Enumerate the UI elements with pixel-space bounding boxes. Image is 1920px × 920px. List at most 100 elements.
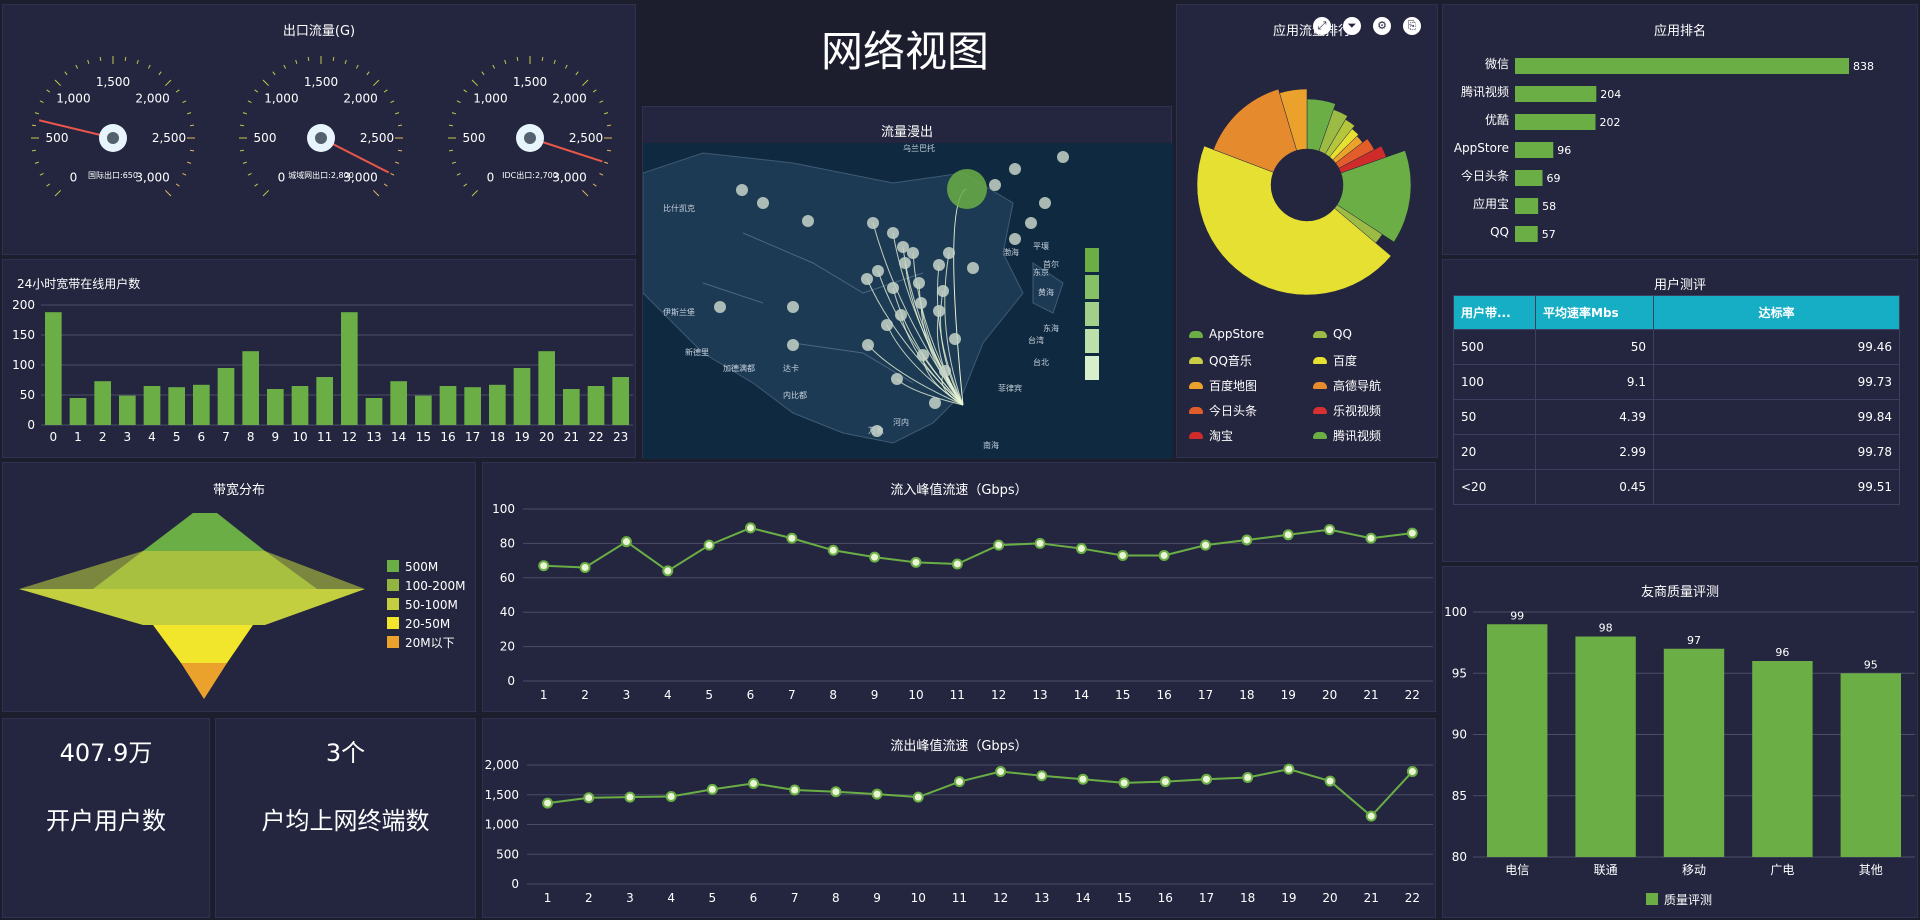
gauge-tick	[553, 59, 556, 64]
gauge-tick-label: 3,000	[135, 171, 169, 185]
app-flow-panel: 应用流量排行 ⤢ ⏷ ⚙ ⎘ AppStore QQ QQ音乐 百度 百度地图 高德导航今…	[1176, 4, 1438, 458]
data-point	[748, 777, 759, 789]
y-tick-label: 100	[12, 358, 35, 372]
pie-legend-item[interactable]: AppStore	[1189, 327, 1264, 341]
map-point	[929, 397, 941, 409]
y-tick-label: 95	[1452, 666, 1467, 680]
gauge-tick-label: 2,500	[360, 131, 394, 145]
x-tick-label: 19	[1281, 688, 1296, 702]
online-users-chart[interactable]: 0501001502000 1 2 3 4 5 6 7 8 9 10 11 12 13 14 15 16 17 18…	[3, 260, 637, 459]
gauge-tick	[451, 161, 456, 164]
gauge-panel: 出口流量(G) 0 500 1,000 1,500 2,000 2,500 3,000 国际出…	[2, 4, 636, 255]
pie-legend-item[interactable]: 百度地图	[1189, 377, 1257, 394]
gauge-tick	[451, 112, 456, 115]
data-point	[1324, 775, 1336, 787]
cell: <20	[1453, 469, 1536, 505]
map-point	[736, 184, 748, 196]
gauge-tick-label: 2,000	[135, 91, 169, 105]
gauge-tick	[242, 112, 247, 115]
gauge-tick	[564, 64, 568, 69]
gauge-tick	[247, 100, 252, 104]
gauge-tick	[272, 71, 276, 76]
pie-legend-item[interactable]: 腾讯视频	[1313, 427, 1381, 444]
x-tick-label: 4	[664, 688, 672, 702]
data-point	[830, 786, 842, 798]
pie-legend-item[interactable]: 今日头条	[1189, 402, 1257, 419]
col-header-bandwidth[interactable]: 用户带...	[1453, 295, 1536, 330]
gauge-value-label: 城域网出口:2,800	[288, 170, 354, 180]
inbound-chart[interactable]: 0204060801001 2 3 4 5 6 7 8 9 10 11 12 13 14 15 16 17 18 1…	[483, 463, 1437, 713]
data-point	[910, 556, 922, 568]
pie-legend-item[interactable]: 百度	[1313, 352, 1357, 369]
gauge-tick	[599, 100, 604, 104]
bandwidth-funnel[interactable]: 500M 100-200M 50-100M 20-50M 20M以下	[3, 463, 477, 713]
y-tick-label: 90	[1452, 728, 1467, 742]
vendor-chart[interactable]: 80 85 90 95 100 99 电信 98 联通 97 移动 96 广电 95 其他质量评测	[1443, 567, 1919, 919]
vendor-bar	[1575, 636, 1636, 857]
col-header-rate[interactable]: 达标率	[1653, 295, 1900, 330]
gauge-tick-label: 500	[254, 131, 277, 145]
legend-label: 百度	[1333, 354, 1358, 368]
pie-legend-item[interactable]: 淘宝	[1189, 427, 1233, 444]
gauge-tick	[64, 71, 68, 76]
rank-value-label: 96	[1557, 144, 1571, 157]
gauge-tick	[592, 183, 597, 187]
vendor-bar	[1663, 648, 1725, 857]
map-place-label: 东海	[1043, 323, 1059, 333]
map-place-label: 台湾	[1028, 335, 1044, 345]
x-tick-label: 5	[173, 430, 181, 444]
x-tick-label: 15	[1116, 891, 1131, 905]
gauge-tick	[147, 64, 151, 69]
gauge-tick	[541, 56, 544, 62]
x-tick-label: 18	[1240, 891, 1255, 905]
gauge-tick	[31, 124, 37, 127]
pie-legend-item[interactable]: 高德导航	[1313, 377, 1381, 394]
gauge-tick-label: 1,000	[56, 91, 90, 105]
x-tick-label: 17	[465, 430, 480, 444]
gauge-tick	[332, 56, 335, 62]
flow-map[interactable]: 乌兰巴托比什凯克伊斯兰堡新德里加德满都达卡内比都河内万象南海东京首尔平壤渤海黄海…	[643, 143, 1173, 459]
data-point	[912, 791, 924, 803]
data-point	[1159, 776, 1171, 788]
map-point	[887, 282, 899, 294]
map-place-label: 新德里	[685, 347, 709, 357]
data-point	[624, 791, 636, 803]
user-bar	[612, 377, 629, 425]
pie-legend-item[interactable]: 乐视视频	[1313, 402, 1381, 419]
stat-terminals-label: 户均上网终端数	[261, 807, 430, 835]
x-tick-label: 15	[416, 430, 431, 444]
y-tick-label: 2,000	[485, 758, 519, 772]
cell: 50	[1535, 329, 1654, 365]
data-point	[786, 532, 798, 544]
gauge-tick-label: 0	[70, 171, 78, 185]
legend-label: QQ	[1333, 327, 1352, 341]
user-bar	[193, 384, 210, 425]
pie-legend-item[interactable]: QQ音乐	[1189, 352, 1252, 369]
map-point	[933, 259, 945, 271]
gauge-tick-label: 500	[463, 131, 486, 145]
data-point	[789, 784, 801, 796]
user-bar	[439, 386, 457, 425]
map-place-label: 渤海	[1003, 247, 1019, 257]
x-tick-label: 14	[1074, 688, 1089, 702]
outbound-chart[interactable]: 05001,0001,5002,0001 2 3 4 5 6 7 8 9 10 11 12 13 14 15…	[483, 719, 1437, 919]
table-row: 100 9.1 99.73	[1453, 364, 1900, 400]
col-header-speed[interactable]: 平均速率Mbs	[1535, 295, 1654, 330]
gauge-tick	[516, 56, 519, 62]
vendor-bar	[1487, 624, 1548, 857]
data-point	[1365, 810, 1377, 822]
pie-legend-item[interactable]: QQ	[1313, 327, 1352, 341]
x-tick-label: 10	[908, 688, 923, 702]
app-rank-chart[interactable]: 微信 838 腾讯视频 204 优酷 202 AppStore 96 今日头条 69 应用宝 58 QQ…	[1443, 5, 1919, 256]
x-tick-label: 16	[1158, 891, 1173, 905]
x-tick-label: 11	[317, 430, 332, 444]
y-tick-label: 0	[511, 877, 519, 891]
gauge-tick	[187, 112, 192, 115]
rank-category-label: 微信	[1485, 57, 1509, 71]
user-bar	[217, 368, 235, 425]
map-point	[943, 247, 955, 259]
gauge-tick	[397, 149, 403, 152]
gauge-tick-label: 2,000	[343, 91, 377, 105]
map-place-label: 加德满都	[723, 363, 755, 373]
gauge-tick	[99, 56, 102, 62]
